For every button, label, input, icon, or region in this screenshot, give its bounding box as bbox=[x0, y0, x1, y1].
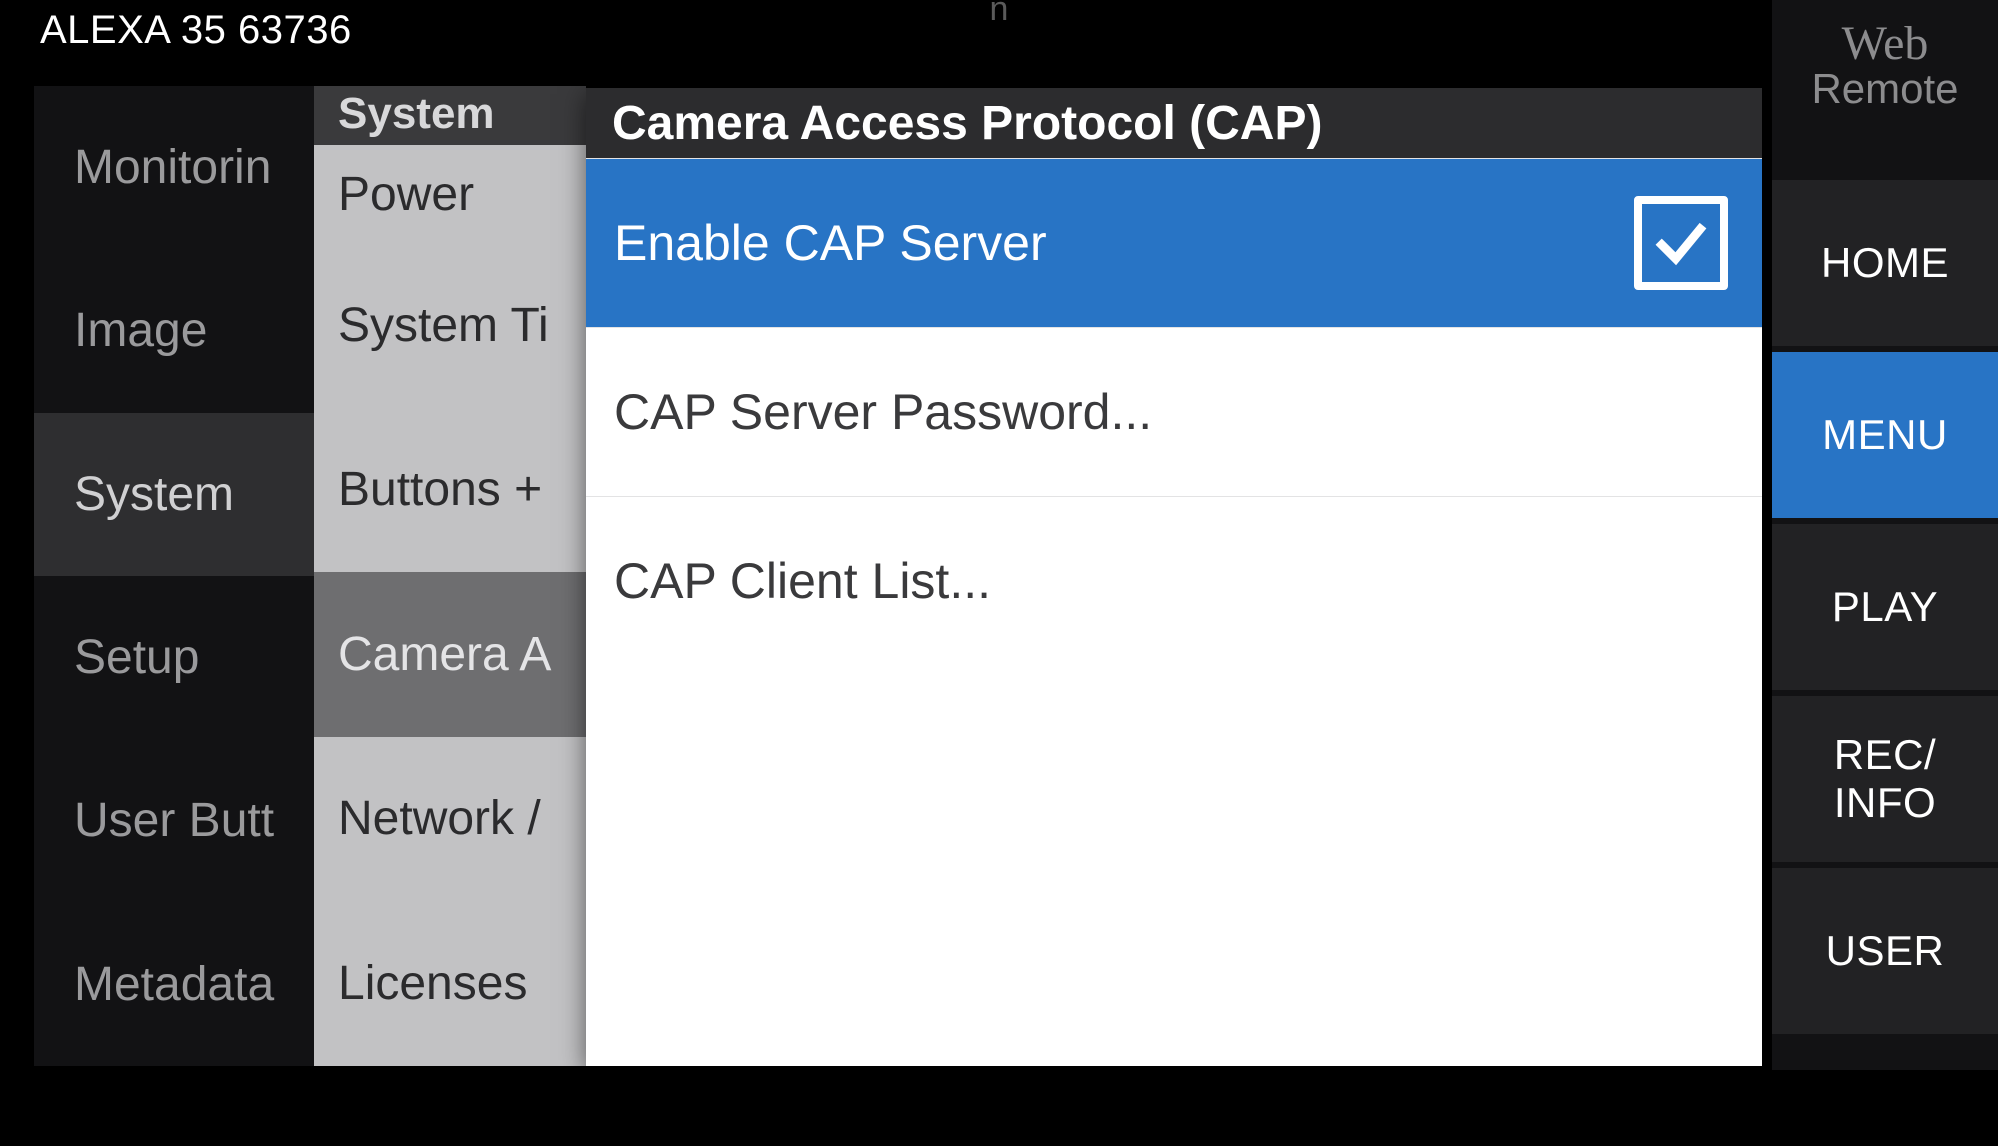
rail-label: PLAY bbox=[1832, 583, 1938, 631]
cap-row-label: CAP Server Password... bbox=[614, 383, 1152, 441]
system-item-licenses[interactable]: Licenses bbox=[314, 901, 586, 1066]
main-menu-item-monitoring[interactable]: Monitorin bbox=[34, 86, 314, 249]
checkbox-checked-icon[interactable] bbox=[1634, 196, 1728, 290]
main-menu-item-system[interactable]: System bbox=[34, 413, 314, 576]
cap-row-label: CAP Client List... bbox=[614, 552, 991, 610]
right-rail: Web Remote HOME MENU PLAY REC/ INFO USER… bbox=[1772, 0, 1998, 1146]
system-submenu-column: System Power System Ti Buttons + Camera … bbox=[314, 86, 586, 1066]
system-item-label: Buttons + bbox=[338, 462, 542, 517]
rail-user[interactable]: USER bbox=[1772, 868, 1998, 1034]
main-menu-item-image[interactable]: Image bbox=[34, 249, 314, 412]
system-item-buttons[interactable]: Buttons + bbox=[314, 407, 586, 572]
main-menu-item-user-buttons[interactable]: User Butt bbox=[34, 739, 314, 902]
system-item-power[interactable]: Power bbox=[314, 145, 586, 242]
system-item-network[interactable]: Network / bbox=[314, 737, 586, 902]
bottom-black-strip bbox=[0, 1070, 1998, 1146]
cap-row-enable-server[interactable]: Enable CAP Server bbox=[586, 158, 1762, 327]
main-menu-column: Monitorin Image System Setup User Butt M… bbox=[34, 86, 314, 1066]
rail-play[interactable]: PLAY bbox=[1772, 524, 1998, 690]
rail-label: HOME bbox=[1821, 239, 1949, 287]
system-item-camera-access[interactable]: Camera A bbox=[314, 572, 586, 737]
rail-home[interactable]: HOME bbox=[1772, 180, 1998, 346]
brand-web-remote: Web Remote bbox=[1772, 20, 1998, 110]
system-item-label: Network / bbox=[338, 791, 541, 846]
main-menu-item-metadata[interactable]: Metadata bbox=[34, 903, 314, 1066]
system-item-label: System Ti bbox=[338, 298, 549, 353]
main-menu-label: Monitorin bbox=[74, 140, 271, 195]
system-item-label: Camera A bbox=[338, 627, 551, 682]
rail-label: REC/ bbox=[1834, 731, 1936, 779]
main-menu-label: Image bbox=[74, 303, 207, 358]
rail-label: MENU bbox=[1822, 411, 1948, 459]
system-item-system-time[interactable]: System Ti bbox=[314, 243, 586, 408]
rail-menu[interactable]: MENU bbox=[1772, 352, 1998, 518]
camera-id: ALEXA 35 63736 bbox=[40, 8, 352, 53]
cap-row-server-password[interactable]: CAP Server Password... bbox=[586, 327, 1762, 496]
cap-panel: Camera Access Protocol (CAP) Enable CAP … bbox=[586, 88, 1762, 1066]
top-glyph: n bbox=[990, 0, 1009, 29]
rail-label: INFO bbox=[1834, 779, 1936, 827]
main-menu-label: Metadata bbox=[74, 957, 274, 1012]
rail-rec-info[interactable]: REC/ INFO bbox=[1772, 696, 1998, 862]
system-item-label: Licenses bbox=[338, 956, 527, 1011]
main-menu-label: User Butt bbox=[74, 793, 274, 848]
cap-row-label: Enable CAP Server bbox=[614, 214, 1047, 272]
main-menu-label: System bbox=[74, 467, 234, 522]
rail-label: USER bbox=[1826, 927, 1945, 975]
cap-row-client-list[interactable]: CAP Client List... bbox=[586, 496, 1762, 665]
system-submenu-heading: System bbox=[314, 86, 586, 145]
system-item-label: Power bbox=[338, 167, 474, 222]
main-menu-label: Setup bbox=[74, 630, 199, 685]
main-menu-item-setup[interactable]: Setup bbox=[34, 576, 314, 739]
cap-panel-title: Camera Access Protocol (CAP) bbox=[586, 88, 1762, 158]
